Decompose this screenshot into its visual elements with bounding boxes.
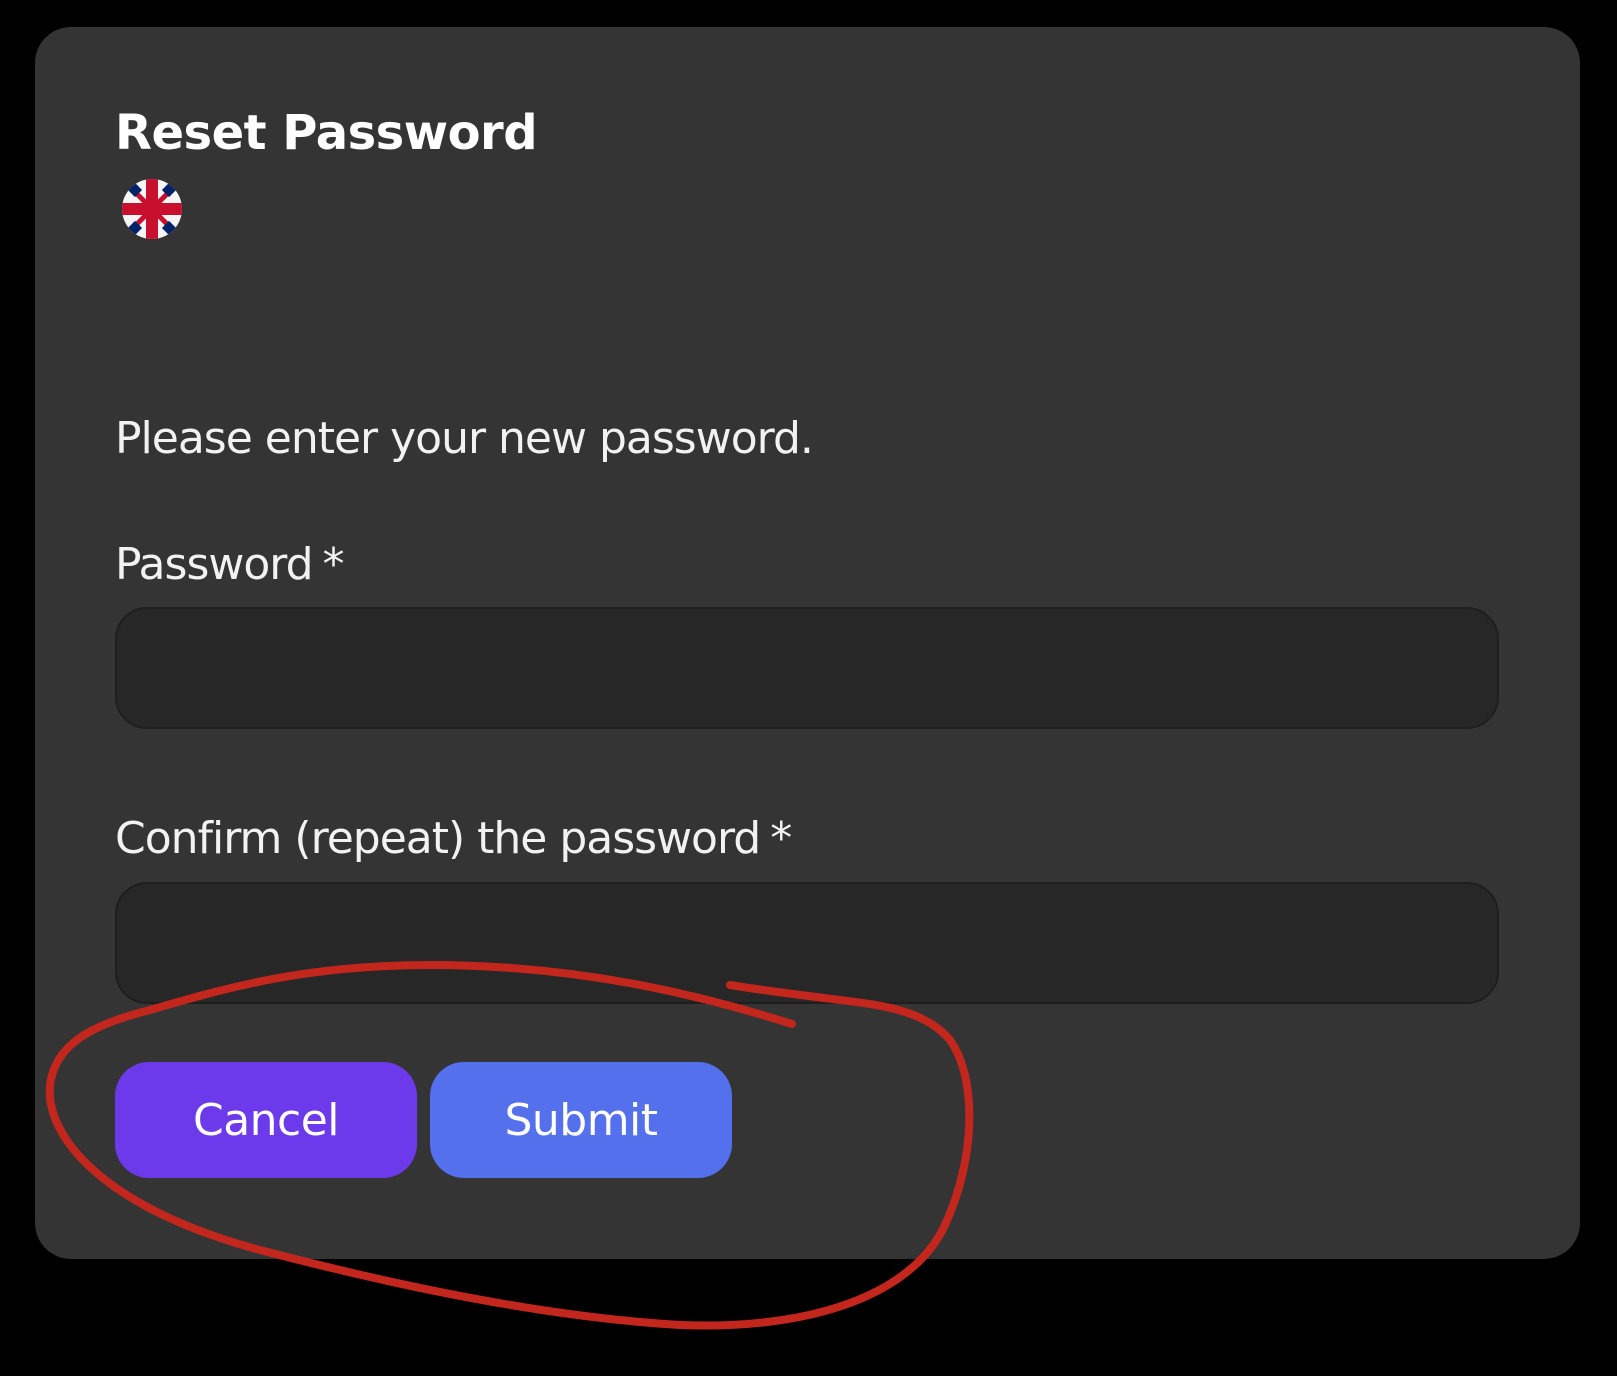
confirm-password-label: Confirm (repeat) the password * bbox=[115, 817, 792, 861]
reset-password-dialog: Reset Password Please enter your new pas… bbox=[35, 27, 1580, 1259]
language-selector[interactable] bbox=[122, 179, 182, 239]
instruction-text: Please enter your new password. bbox=[115, 413, 814, 464]
screen: Reset Password Please enter your new pas… bbox=[0, 0, 1617, 1376]
cancel-button[interactable]: Cancel bbox=[115, 1062, 417, 1178]
required-marker: * bbox=[322, 539, 345, 590]
dialog-title: Reset Password bbox=[115, 105, 538, 161]
password-label-text: Password bbox=[115, 539, 314, 590]
password-label: Password * bbox=[115, 543, 345, 587]
uk-flag-icon bbox=[122, 179, 182, 239]
submit-button[interactable]: Submit bbox=[430, 1062, 732, 1178]
required-marker: * bbox=[770, 813, 792, 864]
confirm-password-input[interactable] bbox=[115, 882, 1499, 1004]
password-input[interactable] bbox=[115, 607, 1499, 729]
confirm-password-label-text: Confirm (repeat) the password bbox=[115, 813, 761, 864]
